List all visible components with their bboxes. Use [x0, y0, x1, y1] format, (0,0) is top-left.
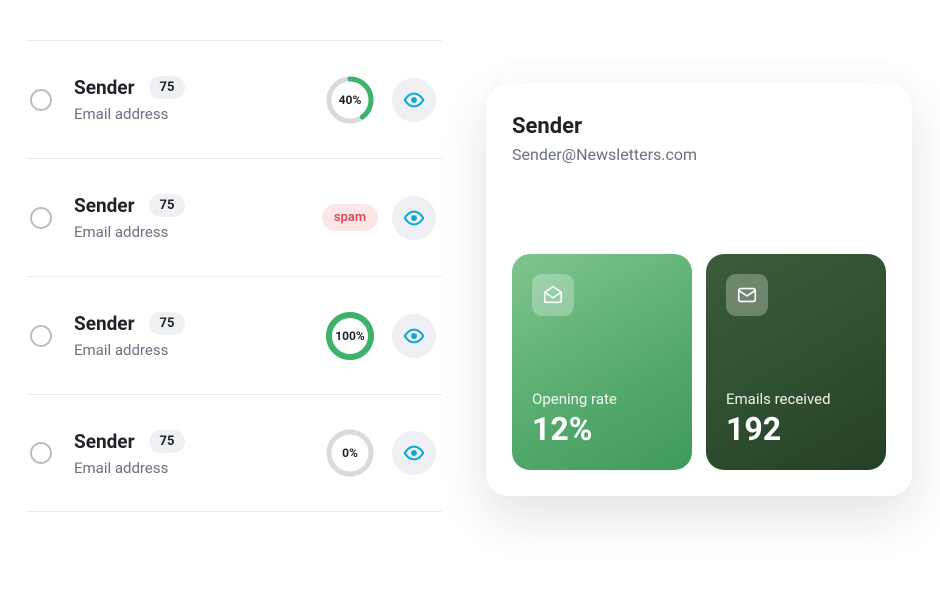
progress-label: 100% [325, 311, 375, 361]
select-radio[interactable] [30, 442, 52, 464]
select-radio[interactable] [30, 89, 52, 111]
progress-label: 0% [325, 428, 375, 478]
detail-card: Sender Sender@Newsletters.com Opening ra… [486, 84, 912, 496]
view-button[interactable] [392, 431, 436, 475]
progress-ring: 100% [325, 311, 375, 361]
count-badge: 75 [149, 312, 186, 335]
sender-name: Sender [74, 194, 135, 217]
stat-tiles: Opening rate 12% Emails received 192 [512, 254, 886, 470]
status-slot: 40% [322, 75, 378, 125]
spam-badge: spam [322, 204, 378, 231]
sender-row[interactable]: Sender 75 Email address 100% [26, 276, 442, 394]
sender-name: Sender [74, 430, 135, 453]
eye-icon [403, 442, 425, 464]
sender-subtitle: Email address [74, 223, 322, 241]
select-radio[interactable] [30, 207, 52, 229]
status-slot: 100% [322, 311, 378, 361]
tile-value: 12% [532, 410, 672, 448]
sender-info: Sender 75 Email address [74, 312, 322, 359]
tile-emails-received[interactable]: Emails received 192 [706, 254, 886, 470]
sender-subtitle: Email address [74, 105, 322, 123]
sender-row[interactable]: Sender 75 Email address spam [26, 158, 442, 276]
sender-row[interactable]: Sender 75 Email address 40% [26, 40, 442, 158]
count-badge: 75 [149, 76, 186, 99]
sender-name: Sender [74, 76, 135, 99]
eye-icon [403, 89, 425, 111]
status-slot: 0% [322, 428, 378, 478]
sender-info: Sender 75 Email address [74, 76, 322, 123]
envelope-icon [726, 274, 768, 316]
eye-icon [403, 207, 425, 229]
detail-card-stack: Sender Sender@Newsletters.com Opening ra… [486, 84, 912, 496]
sender-subtitle: Email address [74, 459, 322, 477]
sender-name: Sender [74, 312, 135, 335]
view-button[interactable] [392, 78, 436, 122]
tile-label: Emails received [726, 390, 866, 408]
select-radio[interactable] [30, 325, 52, 347]
count-badge: 75 [149, 194, 186, 217]
sender-info: Sender 75 Email address [74, 194, 322, 241]
status-slot: spam [322, 204, 378, 231]
sender-subtitle: Email address [74, 341, 322, 359]
view-button[interactable] [392, 196, 436, 240]
eye-icon [403, 325, 425, 347]
progress-label: 40% [325, 75, 375, 125]
progress-ring: 40% [325, 75, 375, 125]
sender-list: Sender 75 Email address 40% [26, 40, 442, 512]
detail-email: Sender@Newsletters.com [512, 145, 886, 164]
tile-label: Opening rate [532, 390, 672, 408]
sender-info: Sender 75 Email address [74, 430, 322, 477]
sender-row[interactable]: Sender 75 Email address 0% [26, 394, 442, 512]
count-badge: 75 [149, 430, 186, 453]
envelope-open-icon [532, 274, 574, 316]
progress-ring: 0% [325, 428, 375, 478]
tile-opening-rate[interactable]: Opening rate 12% [512, 254, 692, 470]
tile-value: 192 [726, 410, 866, 448]
view-button[interactable] [392, 314, 436, 358]
detail-title: Sender [512, 114, 886, 139]
